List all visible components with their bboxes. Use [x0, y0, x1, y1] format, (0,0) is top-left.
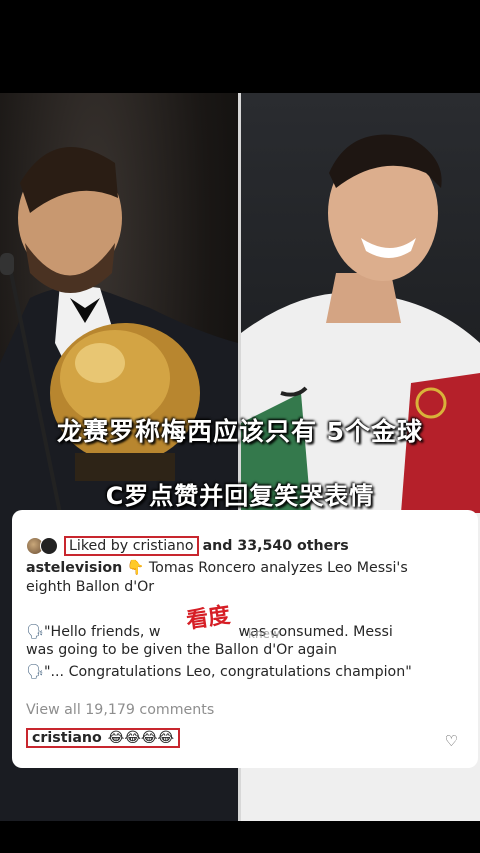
view-all-comments-link[interactable]: View all 19,179 comments — [26, 702, 214, 718]
liked-by-highlight[interactable]: Liked by cristiano — [64, 536, 199, 556]
quote-text-a: "Hello friends, w — [44, 624, 161, 640]
quote-line-2: was going to be given the Ballon d'Or ag… — [26, 642, 337, 658]
quote-line-3: 🗣"... Congratulations Leo, congratulatio… — [26, 664, 412, 680]
likes-count[interactable]: and 33,540 others — [203, 538, 349, 554]
headline-line-2: C罗点赞并回复笑哭表情 — [105, 482, 375, 510]
comment-username[interactable]: cristiano — [32, 730, 102, 746]
comment-row: cristiano 😂😂😂😂 — [26, 728, 181, 748]
caption-line-2: eighth Ballon d'Or — [26, 579, 155, 595]
instagram-post-card: Liked by cristiano and 33,540 others ast… — [12, 510, 478, 768]
caption-text: Tomas Roncero analyzes Leo Messi's — [148, 560, 408, 576]
comment-highlight: cristiano 😂😂😂😂 — [26, 728, 181, 748]
laughing-emoji-icon: 😂😂😂😂 — [107, 730, 175, 746]
watermark-text: knew — [248, 627, 280, 641]
quote-text-3: "... Congratulations Leo, congratulation… — [44, 664, 412, 680]
speaking-head-icon: 🗣 — [26, 624, 45, 640]
caption-username[interactable]: astelevision — [26, 560, 122, 576]
liker-avatar-2[interactable] — [40, 537, 58, 555]
stamp-overlay: 看度 — [184, 602, 232, 634]
headline-line-1: 龙赛罗称梅西应该只有 5个金球 — [56, 417, 424, 446]
heart-icon[interactable]: ♡ — [445, 732, 458, 750]
pointing-down-icon: 👇 — [126, 560, 145, 576]
speaking-head-icon: 🗣 — [26, 664, 45, 680]
likes-row: Liked by cristiano and 33,540 others — [26, 536, 349, 556]
caption-line-1: astelevision 👇 Tomas Roncero analyzes Le… — [26, 560, 408, 576]
